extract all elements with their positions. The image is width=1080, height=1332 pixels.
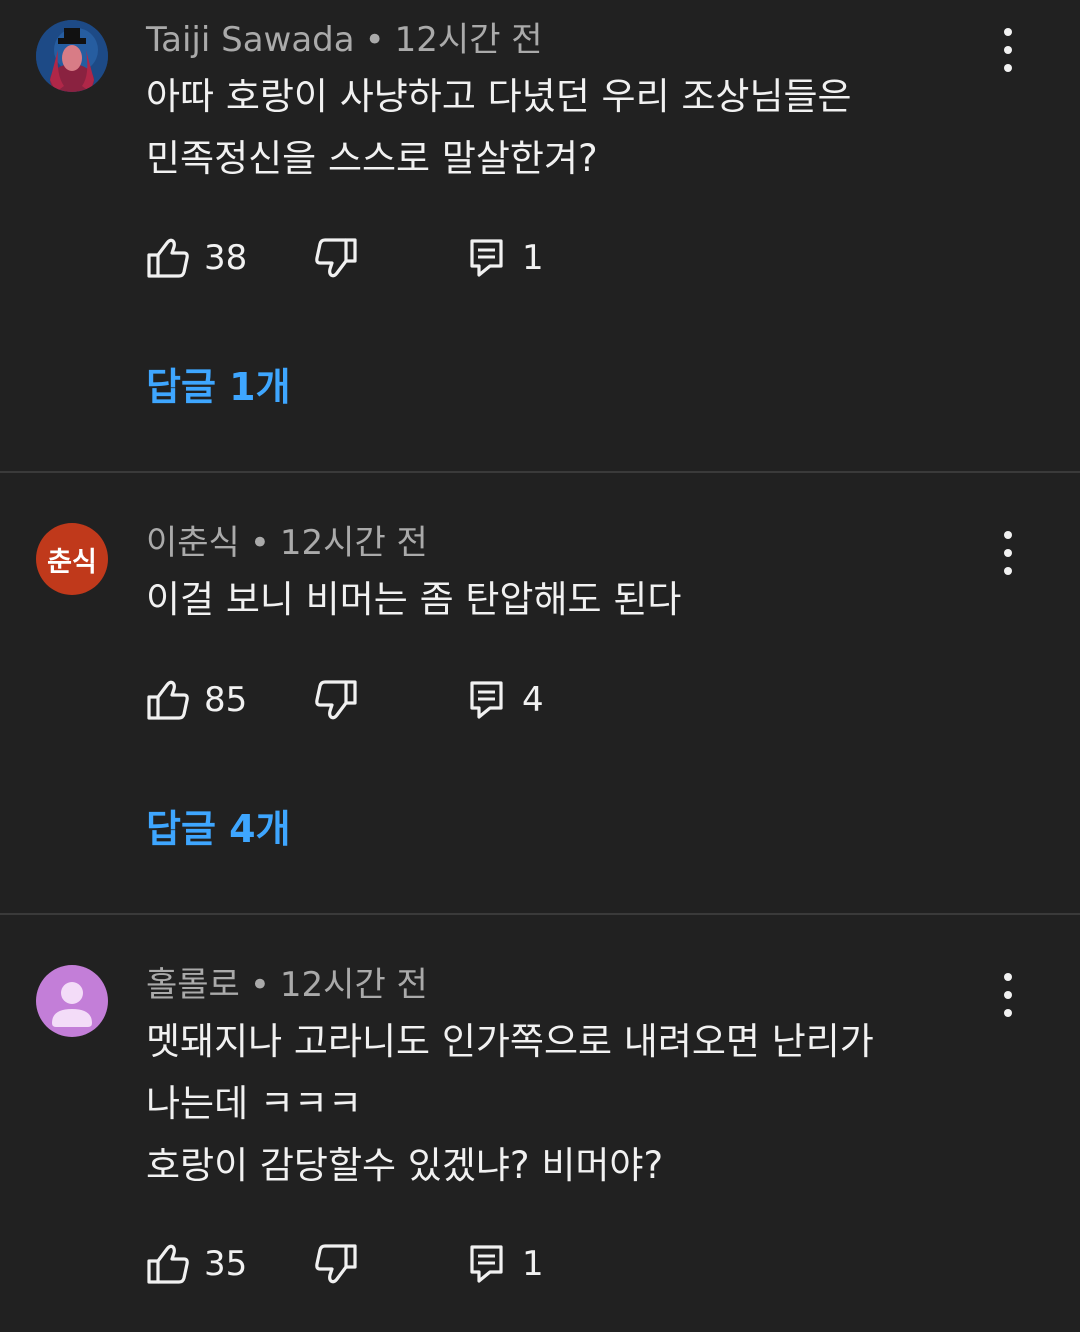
reply-button[interactable]: 1 [470,1242,544,1286]
dislike-icon [315,238,357,278]
action-bar: 35 1 [146,1242,746,1286]
like-icon [147,1244,189,1284]
comment-1: Taiji Sawada • 12시간 전 아따 호랑이 사냥하고 다녔던 우리 조… [0,0,1080,472]
comment-meta: 홀롤로 • 12시간 전 [146,965,428,1005]
like-count: 85 [204,680,248,720]
person-icon [52,982,92,1027]
like-count: 38 [204,238,248,278]
like-count: 35 [204,1244,248,1284]
reply-button[interactable]: 1 [470,236,544,280]
avatar-photo [36,20,108,92]
dislike-icon [315,1244,357,1284]
dislike-button[interactable] [314,1242,358,1286]
comment-text: 아따 호랑이 사냥하고 다녔던 우리 조상님들은 민족정신을 스스로 말살한겨? [146,75,852,180]
reply-icon [470,239,503,277]
avatar-initials: 춘식 [47,546,97,578]
like-icon [147,680,189,720]
reply-icon [470,1245,503,1283]
like-button[interactable]: 85 [146,678,247,722]
separator-dot: • [364,20,385,60]
reply-icon [470,681,503,719]
comment-time: 12시간 전 [394,20,543,60]
avatar[interactable] [36,965,108,1037]
reply-count: 1 [522,238,544,278]
reply-count: 4 [522,680,544,720]
like-button[interactable]: 35 [146,1242,247,1286]
author-name[interactable]: 홀롤로 [146,965,240,1005]
view-replies-link[interactable]: 답글 4개 [146,804,291,854]
reply-button[interactable]: 4 [470,678,544,722]
comment-text: 멧돼지나 고라니도 인가쪽으로 내려오면 난리가 나는데 ㅋㅋㅋ 호랑이 감당할… [146,1020,874,1187]
author-name[interactable]: Taiji Sawada [146,20,355,60]
comment-meta: Taiji Sawada • 12시간 전 [146,20,543,60]
reply-count: 1 [522,1244,544,1284]
dislike-icon [315,680,357,720]
view-replies-link[interactable]: 답글 1개 [146,362,291,412]
author-name[interactable]: 이춘식 [146,523,240,563]
action-bar: 38 1 [146,236,746,280]
comment-2: 춘식 이춘식 • 12시간 전 이걸 보니 비머는 좀 탄압해도 된다 85 4… [0,473,1080,913]
comment-meta: 이춘식 • 12시간 전 [146,523,428,563]
dislike-button[interactable] [314,236,358,280]
comment-time: 12시간 전 [279,965,428,1005]
avatar[interactable] [36,20,108,92]
like-icon [147,238,189,278]
comment-3: 홀롤로 • 12시간 전 멧돼지나 고라니도 인가쪽으로 내려오면 난리가 나는데 … [0,915,1080,1332]
dislike-button[interactable] [314,678,358,722]
like-button[interactable]: 38 [146,236,247,280]
comment-time: 12시간 전 [279,523,428,563]
separator-dot: • [249,523,270,563]
comment-text: 이걸 보니 비머는 좀 탄압해도 된다 [146,578,682,621]
avatar[interactable]: 춘식 [36,523,108,595]
separator-dot: • [249,965,270,1005]
action-bar: 85 4 [146,678,746,722]
